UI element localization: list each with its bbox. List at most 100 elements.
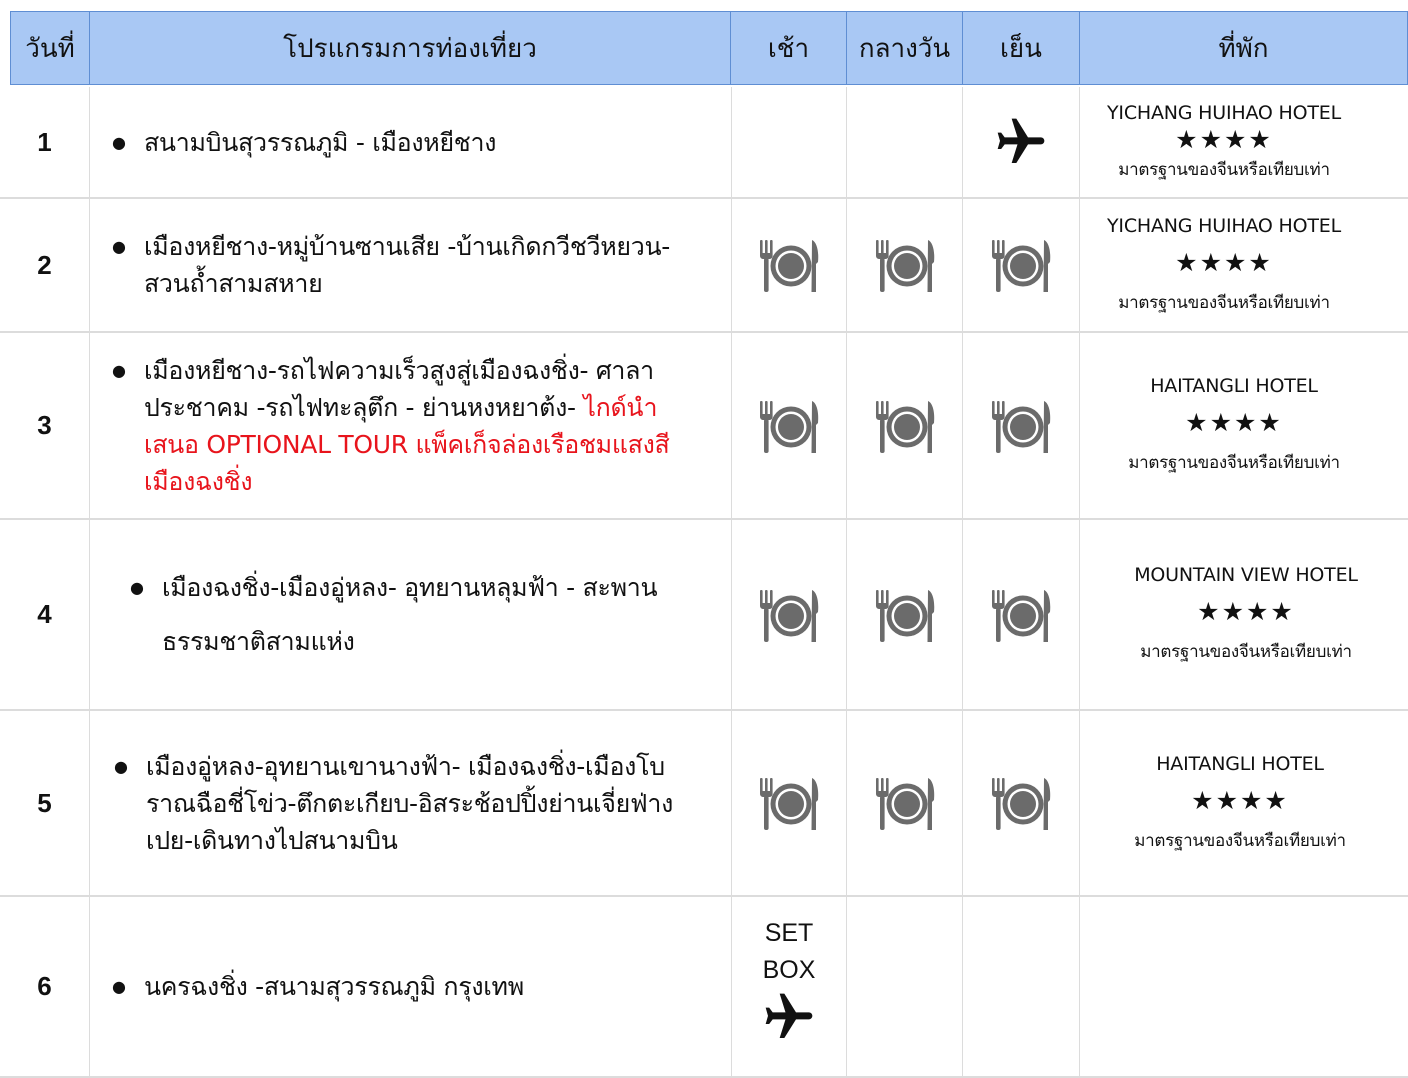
day-number: 5 [37,787,52,818]
star-rating-icon: ★★★★ [1175,247,1273,277]
breakfast-cell [731,87,846,199]
hotel-info: YICHANG HUIHAO HOTEL ★★★★ มาตรฐานของจีนหรื… [1107,215,1341,316]
breakfast-cell [731,333,846,520]
plate-cutlery-icon [874,395,936,457]
program-line: ● เมืองหยีชาง-รถไฟความเร็วสูงสู่เมืองฉงชิ… [112,352,704,500]
hotel-standard: มาตรฐานของจีนหรือเทียบเท่า [1128,453,1340,473]
itinerary-row: 3 ● เมืองหยีชาง-รถไฟความเร็วสูงสู่เมืองฉงช… [0,333,1408,520]
bullet-icon: ● [112,237,126,256]
program-cell: ● เมืองหยีชาง-รถไฟความเร็วสูงสู่เมืองฉงชิ… [89,333,731,520]
plate-cutlery-icon [990,234,1052,296]
bullet-icon: ● [112,360,126,380]
day-number: 1 [37,126,52,157]
itinerary-row: 4 ● เมืองฉงชิ่ง-เมืองอู่หลง- อุทยานหลุมฟ้า… [0,520,1408,711]
program-main: เมืองหยีชาง-รถไฟความเร็วสูงสู่เมืองฉงชิ่… [143,355,654,422]
program-text: สนามบินสุวรรณภูมิ - เมืองหยีชาง [144,124,704,161]
program-main: สนามบินสุวรรณภูมิ - เมืองหยีชาง [143,127,497,157]
program-line: ● นครฉงชิ่ง -สนามสุวรรณภูมิ กรุงเทพ [112,968,704,1005]
day-number: 2 [37,249,52,280]
setbox-label: SET [764,919,814,947]
hotel-cell: YICHANG HUIHAO HOTEL ★★★★ มาตรฐานของจีนหรื… [1079,199,1408,333]
lunch-cell [846,333,962,520]
dinner-cell [962,87,1079,199]
header-program: โปรแกรมการท่องเที่ยว [89,11,731,85]
plate-cutlery-icon [758,234,820,296]
lunch-cell [846,87,962,199]
airplane-icon [993,114,1049,170]
hotel-info: MOUNTAIN VIEW HOTEL ★★★★ มาตรฐานของจีนหรือ… [1134,564,1358,665]
header-lunch: กลางวัน [846,11,963,85]
hotel-name: YICHANG HUIHAO HOTEL [1107,101,1341,124]
lunch-cell [846,711,962,897]
plate-cutlery-icon [758,395,820,457]
program-main: เมืองหยีชาง-หมู่บ้านซานเสีย -บ้านเกิดกวี… [143,232,671,298]
hotel-cell: MOUNTAIN VIEW HOTEL ★★★★ มาตรฐานของจีนหรือ… [1079,520,1408,711]
hotel-name: HAITANGLI HOTEL [1156,752,1324,775]
program-line: ● สนามบินสุวรรณภูมิ - เมืองหยีชาง [112,124,704,161]
plate-cutlery-icon [990,395,1052,457]
bullet-icon: ● [114,756,128,776]
itinerary-row: 6 ● นครฉงชิ่ง -สนามสุวรรณภูมิ กรุงเทพ SET BO… [0,897,1408,1078]
airplane-icon [761,989,817,1045]
program-text: เมืองหยีชาง-รถไฟความเร็วสูงสู่เมืองฉงชิ่… [144,352,704,500]
hotel-cell: YICHANG HUIHAO HOTEL ★★★★ มาตรฐานของจีนหรื… [1079,87,1408,199]
header-breakfast: เช้า [730,11,847,85]
program-cell: ● เมืองฉงชิ่ง-เมืองอู่หลง- อุทยานหลุมฟ้า … [89,520,731,711]
plate-cutlery-icon [874,772,936,834]
dinner-cell [962,199,1079,333]
hotel-info: HAITANGLI HOTEL ★★★★ มาตรฐานของจีนหรือเทีย… [1128,375,1340,476]
lunch-cell [846,897,962,1078]
dinner-cell [962,333,1079,520]
hotel-standard: มาตรฐานของจีนหรือเทียบเท่า [1118,159,1330,180]
day-cell: 2 [0,199,89,333]
plate-cutlery-icon [990,584,1052,646]
hotel-cell: HAITANGLI HOTEL ★★★★ มาตรฐานของจีนหรือเทีย… [1079,333,1408,520]
itinerary-row: 1 ● สนามบินสุวรรณภูมิ - เมืองหยีชาง YICHANG… [0,87,1408,199]
day-cell: 1 [0,87,89,199]
lunch-cell [846,520,962,711]
bullet-icon: ● [112,132,126,152]
header-accommodation: ที่พัก [1079,11,1408,85]
program-text: เมืองหยีชาง-หมู่บ้านซานเสีย -บ้านเกิดกวี… [144,228,704,302]
plate-cutlery-icon [874,234,936,296]
hotel-info: HAITANGLI HOTEL ★★★★ มาตรฐานของจีนหรือเทีย… [1134,752,1346,854]
setbox-label: BOX [762,956,816,984]
program-text: เมืองฉงชิ่ง-เมืองอู่หลง- อุทยานหลุมฟ้า -… [162,561,702,669]
plate-cutlery-icon [758,584,820,646]
hotel-standard: มาตรฐานของจีนหรือเทียบเท่า [1118,292,1330,313]
program-main: เมืองอู่หลง-อุทยานเขานางฟ้า- เมืองฉงชิ่ง… [145,751,673,855]
itinerary-row: 2 ● เมืองหยีชาง-หมู่บ้านซานเสีย -บ้านเกิดก… [0,199,1408,333]
itinerary-table: วันที่ โปรแกรมการท่องเที่ยว เช้า กลางวัน… [0,0,1408,1078]
plate-cutlery-icon [990,772,1052,834]
breakfast-cell [731,199,846,333]
star-rating-icon: ★★★★ [1191,785,1289,815]
plate-cutlery-icon [758,772,820,834]
day-cell: 6 [0,897,89,1078]
hotel-standard: มาตรฐานของจีนหรือเทียบเท่า [1140,642,1352,662]
hotel-cell [1079,897,1408,1078]
star-rating-icon: ★★★★ [1185,408,1283,437]
hotel-name: MOUNTAIN VIEW HOTEL [1134,564,1358,586]
hotel-name: YICHANG HUIHAO HOTEL [1107,214,1341,237]
itinerary-row: 5 ● เมืองอู่หลง-อุทยานเขานางฟ้า- เมืองฉงชิ… [0,711,1408,897]
program-cell: ● สนามบินสุวรรณภูมิ - เมืองหยีชาง [89,87,731,199]
dinner-cell [962,711,1079,897]
bullet-icon: ● [112,977,126,996]
program-main: เมืองฉงชิ่ง-เมืองอู่หลง- อุทยานหลุมฟ้า -… [161,572,658,656]
program-line: ● เมืองฉงชิ่ง-เมืองอู่หลง- อุทยานหลุมฟ้า … [130,561,702,669]
day-number: 3 [37,410,52,440]
breakfast-cell [731,711,846,897]
program-line: ● เมืองหยีชาง-หมู่บ้านซานเสีย -บ้านเกิดกว… [112,228,704,302]
program-text: นครฉงชิ่ง -สนามสุวรรณภูมิ กรุงเทพ [144,968,704,1005]
breakfast-cell: SET BOX [731,897,846,1078]
plate-cutlery-icon [874,584,936,646]
day-cell: 5 [0,711,89,897]
breakfast-cell [731,520,846,711]
star-rating-icon: ★★★★ [1175,124,1273,154]
star-rating-icon: ★★★★ [1197,597,1295,626]
header-dinner: เย็น [962,11,1080,85]
day-number: 6 [37,971,52,1001]
program-main: นครฉงชิ่ง -สนามสุวรรณภูมิ กรุงเทพ [143,972,524,1001]
dinner-cell [962,520,1079,711]
bullet-icon: ● [130,577,144,597]
